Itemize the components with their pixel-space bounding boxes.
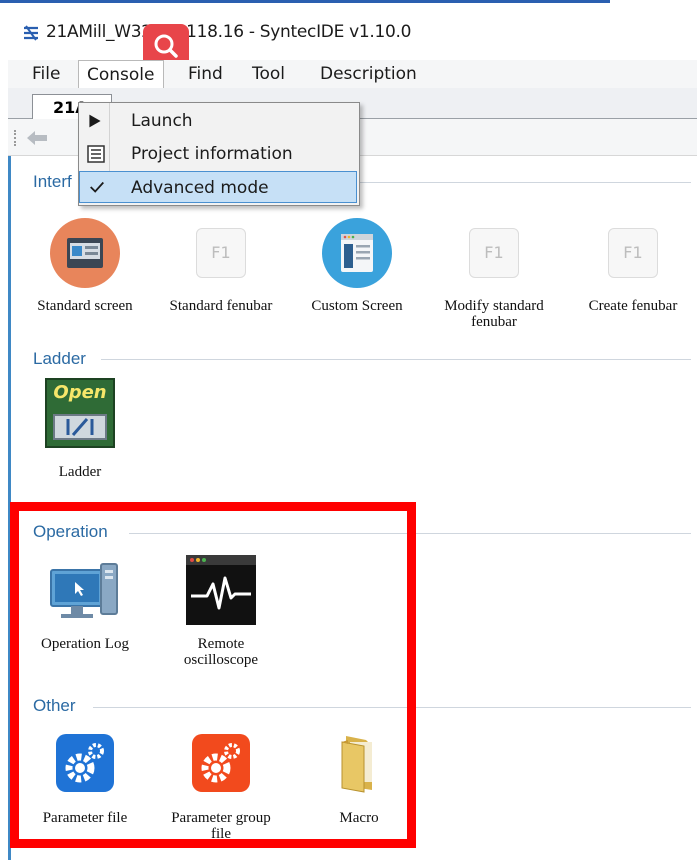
section-heading-interface: Interf [33, 172, 78, 192]
menu-item-project-information[interactable]: Project information [79, 138, 357, 170]
list-icon [87, 145, 105, 163]
menu-tool[interactable]: Tool [244, 60, 293, 88]
tile-label: Create fenubar [588, 298, 678, 314]
menu-item-launch[interactable]: Launch [79, 105, 357, 137]
toolbar-grip[interactable] [14, 130, 18, 146]
tile-custom-screen[interactable]: Custom Screen [297, 216, 417, 336]
tile-label: Custom Screen [311, 298, 403, 314]
menu-console[interactable]: Console [78, 60, 164, 88]
window-top-edge [0, 0, 610, 3]
checkmark-icon [90, 181, 104, 193]
f1-key-icon: F1 [469, 228, 519, 278]
f1-key-icon: F1 [196, 228, 246, 278]
window-title: 21AMill_W32_10.118.16 - SyntecIDE v1.10.… [46, 22, 412, 42]
title-bar: 21AMill_W32_10.118.16 - SyntecIDE v1.10.… [8, 14, 697, 70]
tile-label: Ladder [58, 464, 102, 480]
tile-standard-fenubar[interactable]: F1 Standard fenubar [155, 216, 287, 336]
tile-label: Standard screen [37, 298, 133, 314]
console-dropdown-menu: Launch Project information Advanced mode [78, 102, 360, 206]
menu-item-label: Project information [131, 144, 293, 164]
ladder-icon: Open [45, 378, 115, 448]
highlight-annotation-box [10, 502, 416, 848]
section-heading-ladder: Ladder [33, 349, 92, 369]
tile-ladder[interactable]: Open Ladder [35, 378, 125, 488]
tile-label: Modify standard fenubar [444, 298, 544, 330]
tile-modify-standard-fenubar[interactable]: F1 Modify standard fenubar [429, 216, 559, 336]
tile-standard-screen[interactable]: Standard screen [25, 216, 145, 336]
menu-find[interactable]: Find [180, 60, 231, 88]
menu-item-label: Advanced mode [131, 178, 269, 198]
custom-screen-icon [322, 218, 392, 288]
menu-file[interactable]: File [24, 60, 68, 88]
menu-description[interactable]: Description [312, 60, 425, 88]
tile-label: Standard fenubar [169, 298, 273, 314]
menu-item-advanced-mode[interactable]: Advanced mode [79, 171, 357, 203]
app-logo-icon [24, 25, 38, 41]
play-icon [89, 114, 101, 128]
contact-symbol-icon [66, 418, 94, 436]
screen-icon [50, 218, 120, 288]
ladder-open-label: Open [53, 382, 107, 403]
section-divider [101, 359, 691, 360]
f1-key-icon: F1 [608, 228, 658, 278]
back-arrow-icon[interactable] [24, 129, 50, 147]
menu-item-label: Launch [131, 111, 193, 131]
top-strip [0, 0, 697, 14]
menu-bar: File Console Find Tool Description [8, 60, 697, 88]
tile-create-fenubar[interactable]: F1 Create fenubar [569, 216, 697, 336]
